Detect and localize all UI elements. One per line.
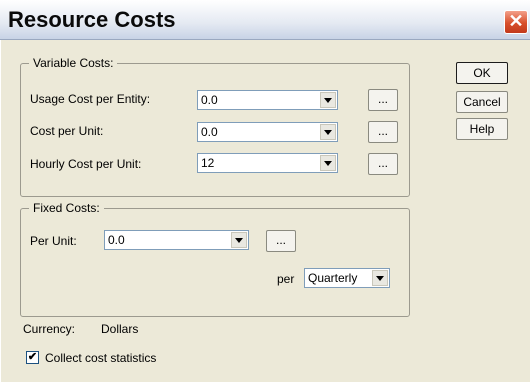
variable-costs-legend: Variable Costs: [29, 56, 118, 70]
variable-costs-group: Variable Costs: Usage Cost per Entity: 0… [20, 56, 410, 197]
chevron-down-icon[interactable] [320, 124, 336, 140]
per-unit-label: Per Unit: [30, 234, 77, 248]
title-bar: Resource Costs ✕ [0, 0, 530, 40]
chevron-down-icon[interactable] [372, 270, 388, 286]
fixed-per-unit-combo[interactable]: 0.0 [104, 230, 249, 250]
window-title: Resource Costs [8, 7, 176, 32]
hourly-cost-label: Hourly Cost per Unit: [30, 157, 142, 171]
ok-button[interactable]: OK [456, 62, 508, 84]
period-value: Quarterly [308, 271, 358, 285]
checkmark-icon: ✔ [27, 351, 38, 363]
currency-value: Dollars [101, 322, 139, 336]
cancel-button[interactable]: Cancel [456, 91, 508, 113]
fixed-per-unit-browse-button[interactable]: ... [266, 230, 296, 252]
chevron-down-icon[interactable] [320, 92, 336, 108]
hourly-cost-combo[interactable]: 12 [197, 153, 338, 173]
collect-stats-label[interactable]: Collect cost statistics [45, 351, 156, 365]
currency-label: Currency: [23, 322, 76, 336]
help-button[interactable]: Help [456, 118, 508, 140]
period-select[interactable]: Quarterly [304, 268, 390, 288]
collect-stats-checkbox[interactable]: ✔ [26, 351, 39, 364]
fixed-per-unit-value: 0.0 [108, 233, 125, 247]
cost-per-unit-combo[interactable]: 0.0 [197, 122, 338, 142]
cost-per-unit-browse-button[interactable]: ... [368, 121, 398, 143]
cost-per-unit-label: Cost per Unit: [30, 124, 104, 138]
close-button[interactable]: ✕ [504, 10, 528, 34]
usage-cost-label: Usage Cost per Entity: [30, 92, 151, 106]
dialog-body: Variable Costs: Usage Cost per Entity: 0… [0, 40, 530, 382]
usage-cost-browse-button[interactable]: ... [368, 89, 398, 111]
usage-cost-combo[interactable]: 0.0 [197, 90, 338, 110]
per-label: per [277, 272, 295, 286]
close-icon: ✕ [508, 11, 524, 31]
usage-cost-value: 0.0 [201, 93, 218, 107]
cost-per-unit-value: 0.0 [201, 125, 218, 139]
chevron-down-icon[interactable] [231, 232, 247, 248]
chevron-down-icon[interactable] [320, 155, 336, 171]
fixed-costs-legend: Fixed Costs: [29, 201, 104, 215]
hourly-cost-browse-button[interactable]: ... [368, 153, 398, 175]
fixed-costs-group: Fixed Costs: Per Unit: 0.0 ... per Quart… [20, 201, 410, 317]
hourly-cost-value: 12 [201, 156, 215, 170]
